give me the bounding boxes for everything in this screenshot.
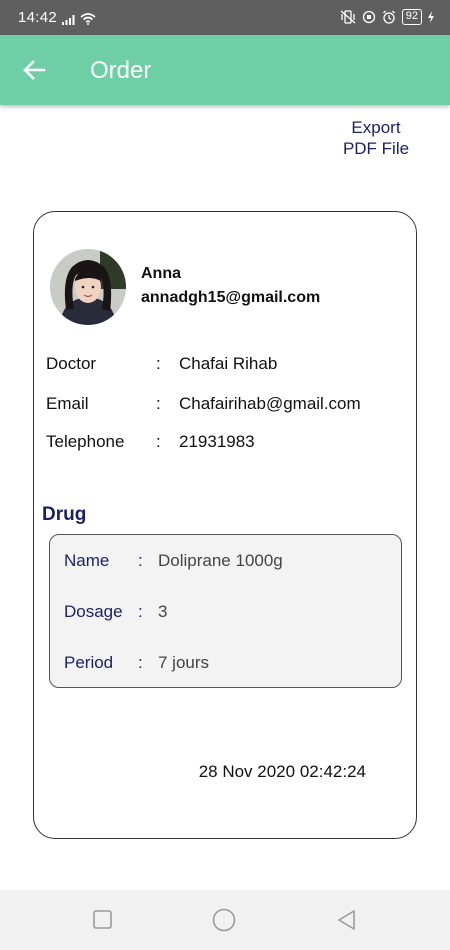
system-nav-bar: [0, 890, 450, 950]
status-bar: 14:42 92: [0, 0, 450, 35]
drug-details-box: Name : Doliprane 1000g Dosage : 3 Period…: [49, 534, 402, 688]
alarm-icon: [382, 10, 395, 24]
colon: :: [138, 551, 143, 570]
colon: :: [156, 394, 161, 413]
order-card: Anna annadgh15@gmail.com Doctor : Chafai…: [33, 211, 417, 839]
patient-email: annadgh15@gmail.com: [141, 289, 321, 306]
charging-icon: [428, 11, 434, 23]
app-bar: Order: [0, 35, 450, 105]
colon: :: [138, 602, 143, 621]
recents-button[interactable]: [91, 908, 115, 932]
wifi-icon: [80, 13, 96, 25]
dosage-value: 3: [158, 602, 168, 621]
signal-icon: [62, 15, 75, 25]
export-label-line1: Export: [351, 118, 401, 137]
drug-name-value: Doliprane 1000g: [158, 551, 283, 570]
battery-icon: 92: [401, 9, 422, 25]
status-time: 14:42: [18, 9, 58, 26]
export-label-line2: PDF File: [342, 139, 410, 158]
vibrate-icon: [340, 10, 356, 24]
status-left-icons: [62, 13, 96, 25]
home-button[interactable]: [212, 908, 236, 932]
drug-name-label: Name: [64, 551, 110, 570]
period-label: Period: [64, 653, 114, 672]
colon: :: [156, 354, 161, 373]
colon: :: [156, 432, 161, 451]
colon: :: [138, 653, 143, 672]
doctor-value: Chafai Rihab: [179, 354, 278, 373]
telephone-label: Telephone: [46, 432, 125, 451]
period-value: 7 jours: [158, 653, 210, 672]
patient-name: Anna: [141, 265, 181, 282]
recents-icon: [93, 910, 112, 929]
arrow-left-icon: [23, 60, 46, 80]
home-icon: [212, 908, 236, 932]
avatar: [50, 249, 126, 325]
drug-section-title: Drug: [42, 504, 87, 525]
nav-back-button[interactable]: [335, 908, 359, 932]
dosage-label: Dosage: [64, 602, 123, 621]
page-title: Order: [90, 57, 152, 84]
status-right-icons: 92: [340, 9, 434, 25]
doctor-label: Doctor: [46, 354, 97, 373]
data-saver-icon: [362, 10, 375, 24]
order-date: 28 Nov 2020 02:42:24: [198, 762, 366, 781]
telephone-value: 21931983: [179, 432, 255, 451]
export-pdf-button[interactable]: Export PDF File: [336, 117, 416, 159]
email-value: Chafairihab@gmail.com: [179, 394, 361, 413]
avatar-image: [50, 249, 126, 325]
email-label: Email: [46, 394, 89, 413]
back-triangle-icon: [338, 910, 355, 930]
back-button[interactable]: [20, 55, 50, 85]
